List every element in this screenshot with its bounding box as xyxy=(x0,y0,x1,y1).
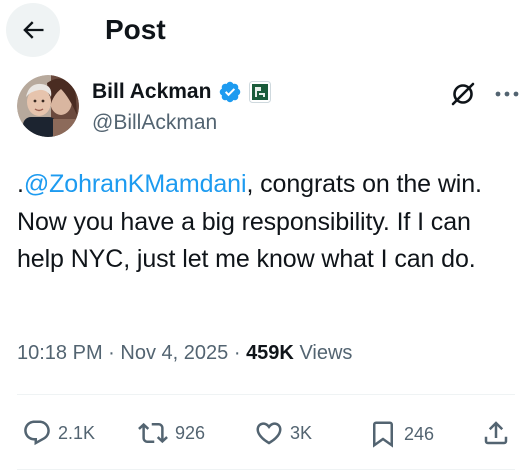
post-time[interactable]: 10:18 PM xyxy=(17,342,103,364)
meta-separator: · xyxy=(108,342,115,364)
reply-button[interactable]: 2.1K xyxy=(22,418,95,448)
share-button[interactable] xyxy=(481,418,511,448)
affiliate-badge-icon[interactable] xyxy=(249,81,272,103)
arrow-left-icon xyxy=(23,21,44,39)
avatar[interactable] xyxy=(17,75,79,137)
back-button[interactable] xyxy=(6,3,60,57)
more-options-icon[interactable] xyxy=(494,84,520,104)
like-button[interactable]: 3K xyxy=(254,418,312,448)
meta-separator: · xyxy=(233,342,241,364)
views-count: 459K xyxy=(246,342,294,364)
verified-badge-icon[interactable] xyxy=(218,80,242,104)
bookmark-icon xyxy=(373,421,393,448)
page-title: Post xyxy=(105,14,166,45)
author-name-row: Bill Ackman xyxy=(92,78,272,106)
repost-button[interactable]: 926 xyxy=(137,418,205,448)
author-name[interactable]: Bill Ackman xyxy=(92,79,211,105)
post-text: .@ZohranKMamdani, congrats on the win. N… xyxy=(17,166,522,279)
bookmark-count: 246 xyxy=(404,424,435,444)
post-date[interactable]: Nov 4, 2025 xyxy=(120,342,228,364)
divider xyxy=(17,394,515,395)
grok-icon[interactable] xyxy=(449,80,477,108)
repost-count: 926 xyxy=(175,423,206,443)
reply-icon xyxy=(24,420,50,446)
heart-icon xyxy=(256,422,282,445)
views-label: Views xyxy=(299,342,353,364)
post-text-prefix: . xyxy=(17,170,24,198)
share-icon xyxy=(484,421,508,445)
bookmark-button[interactable]: 246 xyxy=(368,418,434,450)
avatar-image xyxy=(17,75,79,137)
reply-count: 2.1K xyxy=(58,423,96,443)
author-handle[interactable]: @BillAckman xyxy=(92,110,217,136)
like-count: 3K xyxy=(290,423,313,443)
post-meta: 10:18 PM · Nov 4, 2025 · 459K Views xyxy=(17,340,352,366)
post-header: Post xyxy=(0,0,532,62)
repost-icon xyxy=(138,422,168,444)
mention-link[interactable]: @ZohranKMamdani xyxy=(24,170,247,198)
divider xyxy=(17,469,515,470)
